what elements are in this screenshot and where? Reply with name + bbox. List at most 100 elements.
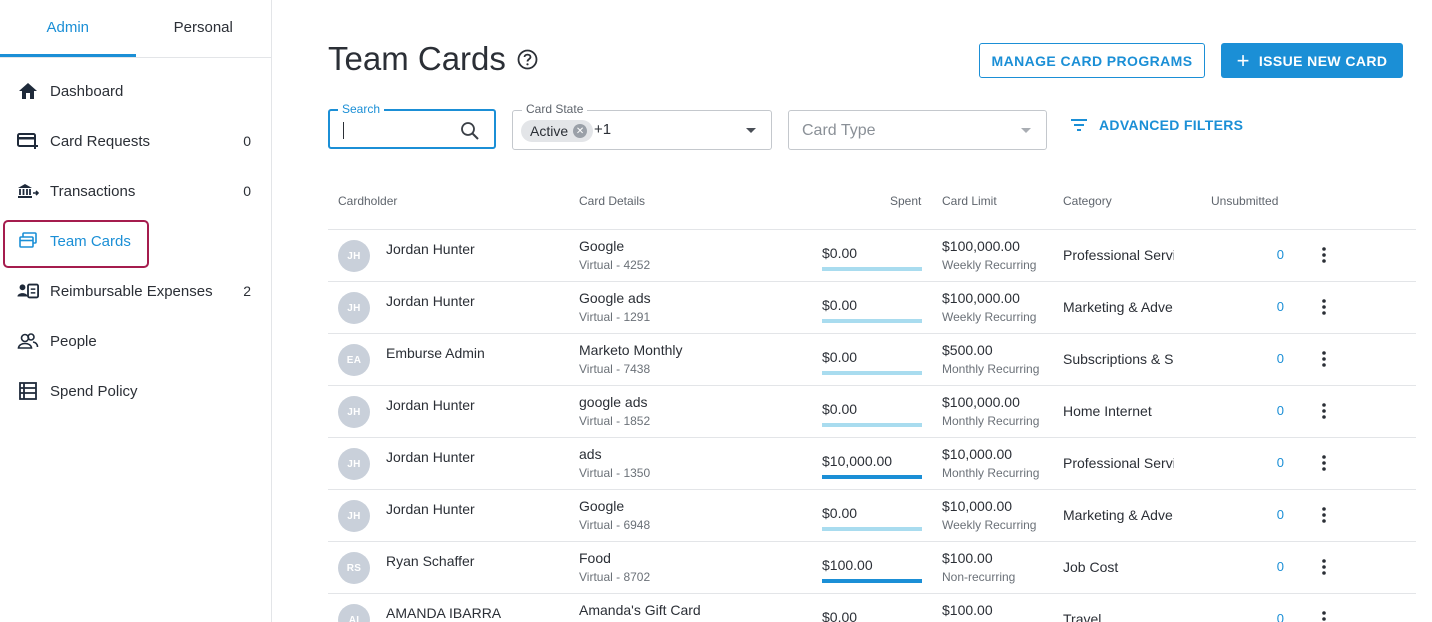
cardholder-name[interactable]: Jordan Hunter bbox=[386, 241, 475, 257]
card-name[interactable]: Marketo Monthly bbox=[579, 342, 682, 358]
card-state-select[interactable]: Card State Active ✕ +1 bbox=[512, 102, 772, 150]
more-vert-icon[interactable] bbox=[1316, 296, 1332, 318]
category: Marketing & Adve bbox=[1063, 299, 1173, 315]
card-name[interactable]: ads bbox=[579, 446, 602, 462]
category: Job Cost bbox=[1063, 559, 1119, 575]
card-name[interactable]: Food bbox=[579, 550, 611, 566]
table-row[interactable]: JH Jordan Hunter Google Virtual - 6948 $… bbox=[328, 490, 1416, 542]
card-limit: $100.00 bbox=[942, 602, 993, 618]
limit-frequency: Monthly Recurring bbox=[942, 362, 1040, 376]
spend-progress-bar bbox=[822, 475, 922, 479]
card-number: Virtual - 1291 bbox=[579, 310, 651, 324]
card-limit: $100,000.00 bbox=[942, 290, 1020, 306]
search-input[interactable] bbox=[342, 119, 452, 141]
unsubmitted-count[interactable]: 0 bbox=[1276, 559, 1284, 574]
spend-progress-bar bbox=[822, 267, 922, 271]
more-vert-icon[interactable] bbox=[1316, 348, 1332, 370]
spend-progress-bar bbox=[822, 423, 922, 427]
sidebar-item-reimbursable-expenses[interactable]: Reimbursable Expenses 2 bbox=[0, 266, 271, 316]
sidebar-item-transactions[interactable]: Transactions 0 bbox=[0, 166, 271, 216]
sidebar-item-spend-policy[interactable]: Spend Policy bbox=[0, 366, 271, 416]
card-limit: $10,000.00 bbox=[942, 446, 1013, 462]
issue-new-card-label: ISSUE NEW CARD bbox=[1258, 52, 1388, 69]
unsubmitted-count[interactable]: 0 bbox=[1276, 455, 1284, 470]
limit-frequency: Monthly Recurring bbox=[942, 414, 1040, 428]
avatar: JH bbox=[338, 448, 370, 480]
sidebar-tabs: Admin Personal bbox=[0, 0, 271, 58]
chip-remove-icon[interactable]: ✕ bbox=[573, 124, 588, 138]
chevron-down-icon[interactable] bbox=[1021, 128, 1031, 133]
avatar: JH bbox=[338, 396, 370, 428]
card-number: Virtual - 1350 bbox=[579, 466, 651, 480]
category: Home Internet bbox=[1063, 403, 1152, 419]
header-category[interactable]: Category bbox=[1063, 194, 1112, 208]
more-vert-icon[interactable] bbox=[1316, 400, 1332, 422]
search-field[interactable]: Search bbox=[328, 102, 496, 149]
tab-admin[interactable]: Admin bbox=[0, 0, 136, 57]
unsubmitted-count[interactable]: 0 bbox=[1276, 351, 1284, 366]
header-spent[interactable]: Spent bbox=[890, 194, 921, 208]
cardholder-name[interactable]: Emburse Admin bbox=[386, 345, 485, 361]
unsubmitted-count[interactable]: 0 bbox=[1276, 299, 1284, 314]
table-row[interactable]: RS Ryan Schaffer Food Virtual - 8702 $10… bbox=[328, 542, 1416, 594]
spend-progress-bar bbox=[822, 319, 922, 323]
avatar: JH bbox=[338, 292, 370, 324]
card-limit: $100,000.00 bbox=[942, 238, 1020, 254]
header-card-details[interactable]: Card Details bbox=[579, 194, 645, 208]
card-limit: $10,000.00 bbox=[942, 498, 1013, 514]
sidebar-item-dashboard[interactable]: Dashboard bbox=[0, 66, 271, 116]
table-row[interactable]: JH Jordan Hunter ads Virtual - 1350 $10,… bbox=[328, 438, 1416, 490]
sidebar-item-card-requests[interactable]: Card Requests 0 bbox=[0, 116, 271, 166]
id-card-icon bbox=[17, 280, 39, 302]
table-row[interactable]: AI AMANDA IBARRA Amanda's Gift Card $0.0… bbox=[328, 594, 1416, 622]
unsubmitted-count[interactable]: 0 bbox=[1276, 611, 1284, 622]
unsubmitted-count[interactable]: 0 bbox=[1276, 403, 1284, 418]
issue-new-card-button[interactable]: + ISSUE NEW CARD bbox=[1221, 43, 1403, 78]
cardholder-name[interactable]: Jordan Hunter bbox=[386, 397, 475, 413]
chevron-down-icon[interactable] bbox=[746, 128, 756, 133]
sidebar-item-team-cards[interactable]: Team Cards bbox=[0, 216, 271, 268]
cardholder-name[interactable]: Jordan Hunter bbox=[386, 501, 475, 517]
table-row[interactable]: EA Emburse Admin Marketo Monthly Virtual… bbox=[328, 334, 1416, 386]
spend-progress-bar bbox=[822, 579, 922, 583]
card-name[interactable]: Google bbox=[579, 238, 624, 254]
spent-amount: $0.00 bbox=[822, 245, 858, 261]
card-name[interactable]: Amanda's Gift Card bbox=[579, 602, 701, 618]
limit-frequency: Monthly Recurring bbox=[942, 466, 1040, 480]
cardholder-name[interactable]: AMANDA IBARRA bbox=[386, 605, 501, 621]
more-vert-icon[interactable] bbox=[1316, 556, 1332, 578]
card-name[interactable]: Google ads bbox=[579, 290, 651, 306]
advanced-filters-button[interactable]: ADVANCED FILTERS bbox=[1069, 117, 1243, 133]
card-type-select[interactable]: Card Type bbox=[788, 110, 1047, 150]
sidebar-item-people[interactable]: People bbox=[0, 316, 271, 366]
page-title: Team Cards bbox=[328, 40, 506, 77]
state-chip-active[interactable]: Active ✕ bbox=[521, 120, 594, 142]
help-icon[interactable] bbox=[517, 49, 538, 70]
card-number: Virtual - 1852 bbox=[579, 414, 651, 428]
table-row[interactable]: JH Jordan Hunter google ads Virtual - 18… bbox=[328, 386, 1416, 438]
manage-card-programs-button[interactable]: MANAGE CARD PROGRAMS bbox=[979, 43, 1205, 78]
header-unsubmitted[interactable]: Unsubmitted bbox=[1211, 194, 1278, 208]
cardholder-name[interactable]: Jordan Hunter bbox=[386, 449, 475, 465]
cardholder-name[interactable]: Jordan Hunter bbox=[386, 293, 475, 309]
header-cardholder[interactable]: Cardholder bbox=[338, 194, 397, 208]
header-card-limit[interactable]: Card Limit bbox=[942, 194, 997, 208]
more-vert-icon[interactable] bbox=[1316, 504, 1332, 526]
search-icon[interactable] bbox=[460, 121, 480, 141]
title-row: Team Cards bbox=[328, 40, 538, 78]
sidebar-item-label: Dashboard bbox=[50, 82, 124, 100]
more-vert-icon[interactable] bbox=[1316, 452, 1332, 474]
more-vert-icon[interactable] bbox=[1316, 608, 1332, 622]
card-name[interactable]: google ads bbox=[579, 394, 648, 410]
more-vert-icon[interactable] bbox=[1316, 244, 1332, 266]
table-row[interactable]: JH Jordan Hunter Google Virtual - 4252 $… bbox=[328, 230, 1416, 282]
unsubmitted-count[interactable]: 0 bbox=[1276, 507, 1284, 522]
unsubmitted-count[interactable]: 0 bbox=[1276, 247, 1284, 262]
card-number: Virtual - 8702 bbox=[579, 570, 651, 584]
sidebar-nav: Dashboard Card Requests 0 Transactions 0… bbox=[0, 58, 271, 416]
cardholder-name[interactable]: Ryan Schaffer bbox=[386, 553, 474, 569]
plus-icon: + bbox=[1236, 47, 1250, 73]
tab-personal[interactable]: Personal bbox=[136, 0, 272, 57]
card-name[interactable]: Google bbox=[579, 498, 624, 514]
table-row[interactable]: JH Jordan Hunter Google ads Virtual - 12… bbox=[328, 282, 1416, 334]
